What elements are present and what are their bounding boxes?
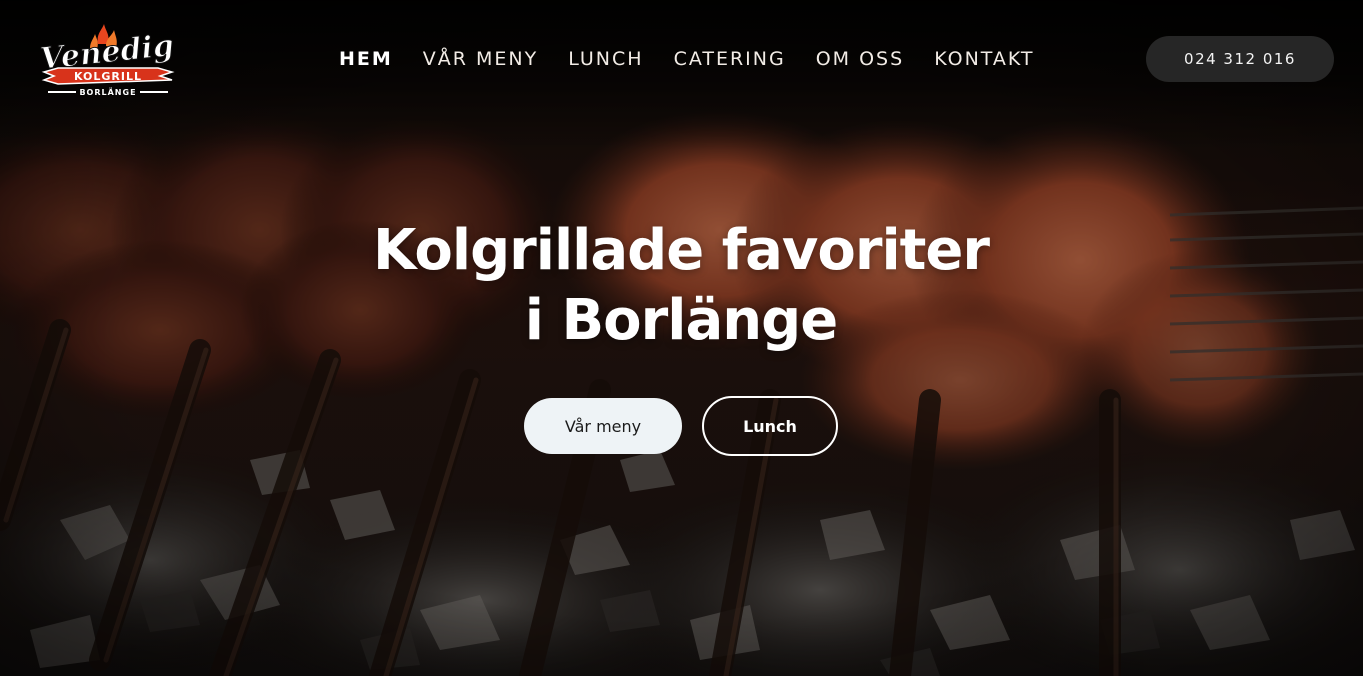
- main-navigation: HEM VÅR MENY LUNCH CATERING OM OSS KONTA…: [339, 46, 1035, 72]
- venedig-kolgrill-logo: Venedig KOLGRILL BORLÄNGE: [38, 24, 176, 97]
- logo-banner-text: KOLGRILL: [74, 70, 142, 83]
- nav-item-kontakt[interactable]: KONTAKT: [934, 46, 1034, 72]
- lunch-cta-button[interactable]: Lunch: [702, 396, 838, 456]
- phone-button[interactable]: 024 312 016: [1146, 36, 1334, 82]
- hero-title-line-1: Kolgrillade favoriter: [372, 218, 990, 283]
- hero-title: Kolgrillade favoriter i Borlänge: [281, 216, 1081, 356]
- logo-city-text: BORLÄNGE: [79, 87, 136, 97]
- nav-item-om-oss[interactable]: OM OSS: [816, 46, 904, 72]
- nav-item-hem[interactable]: HEM: [339, 46, 393, 72]
- hero-section: Venedig KOLGRILL BORLÄNGE HEM VÅR MENY L…: [0, 0, 1363, 676]
- nav-item-var-meny[interactable]: VÅR MENY: [423, 46, 538, 72]
- nav-item-lunch[interactable]: LUNCH: [568, 46, 643, 72]
- menu-cta-button[interactable]: Vår meny: [524, 398, 682, 454]
- site-logo[interactable]: Venedig KOLGRILL BORLÄNGE: [36, 22, 181, 102]
- hero-title-line-2: i Borlänge: [524, 288, 838, 353]
- nav-item-catering[interactable]: CATERING: [674, 46, 786, 72]
